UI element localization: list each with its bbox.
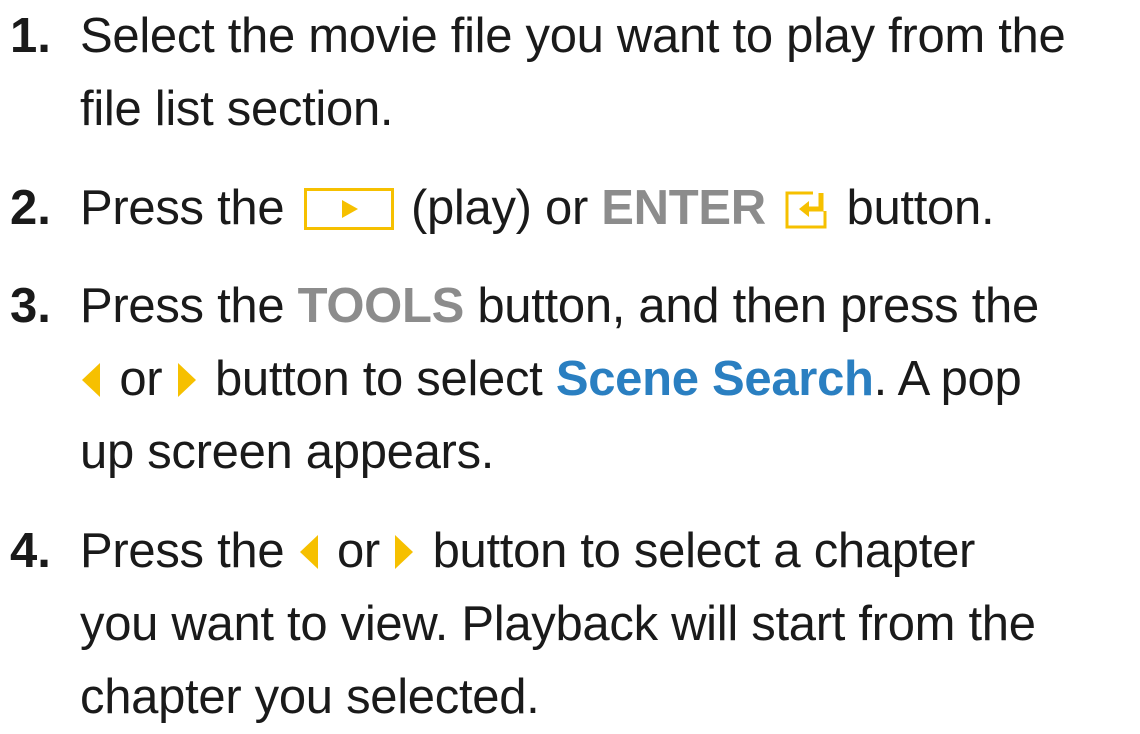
scene-search-keyword: Scene Search [555,352,874,406]
step-text-line: chapter you selected. [80,670,540,724]
tools-keyword: TOOLS [297,279,465,333]
step-text-line: file list section. [80,82,394,136]
step-number: 3. [10,279,51,333]
step-text: button. [846,181,995,235]
enter-icon [785,189,827,229]
step-text-line: up screen appears. [80,425,495,479]
step-text: (play) or [410,181,588,235]
enter-keyword: ENTER [601,181,766,235]
step-text: button, and then press the [477,279,1039,333]
play-icon [303,188,394,231]
left-arrow-icon [298,533,320,571]
step-number: 2. [10,181,51,235]
right-arrow-icon [393,533,415,571]
step-text: Press the [80,524,285,578]
step-4: 4. Press the or button to select a chapt… [0,515,1140,734]
step-text-line: Press the TOOLS button, and then press t… [80,270,1140,343]
step-text-line: Press the (play) or ENTER button. [80,172,1140,245]
step-text: Press the [80,181,285,235]
step-text: or [119,352,163,406]
step-text-line: or button to select Scene Search. A pop [80,343,1140,416]
step-text: . A pop [873,352,1022,406]
step-text-line: you want to view. Playback will start fr… [80,597,1036,651]
step-text: button to select a chapter [432,524,976,578]
right-arrow-icon [176,361,198,399]
step-number: 4. [10,524,51,578]
step-number: 1. [10,9,51,63]
instruction-page: 1. Select the movie file you want to pla… [0,0,1140,726]
step-2: 2. Press the (play) or ENTER button. [0,172,1140,245]
step-text: Press the [80,279,285,333]
step-1: 1. Select the movie file you want to pla… [0,0,1140,146]
step-text-line: Press the or button to select a chapter [80,515,1140,588]
step-text: or [336,524,380,578]
step-3: 3. Press the TOOLS button, and then pres… [0,270,1140,489]
step-text-line: Select the movie file you want to play f… [80,9,1066,63]
left-arrow-icon [80,361,102,399]
step-text: button to select [214,352,543,406]
